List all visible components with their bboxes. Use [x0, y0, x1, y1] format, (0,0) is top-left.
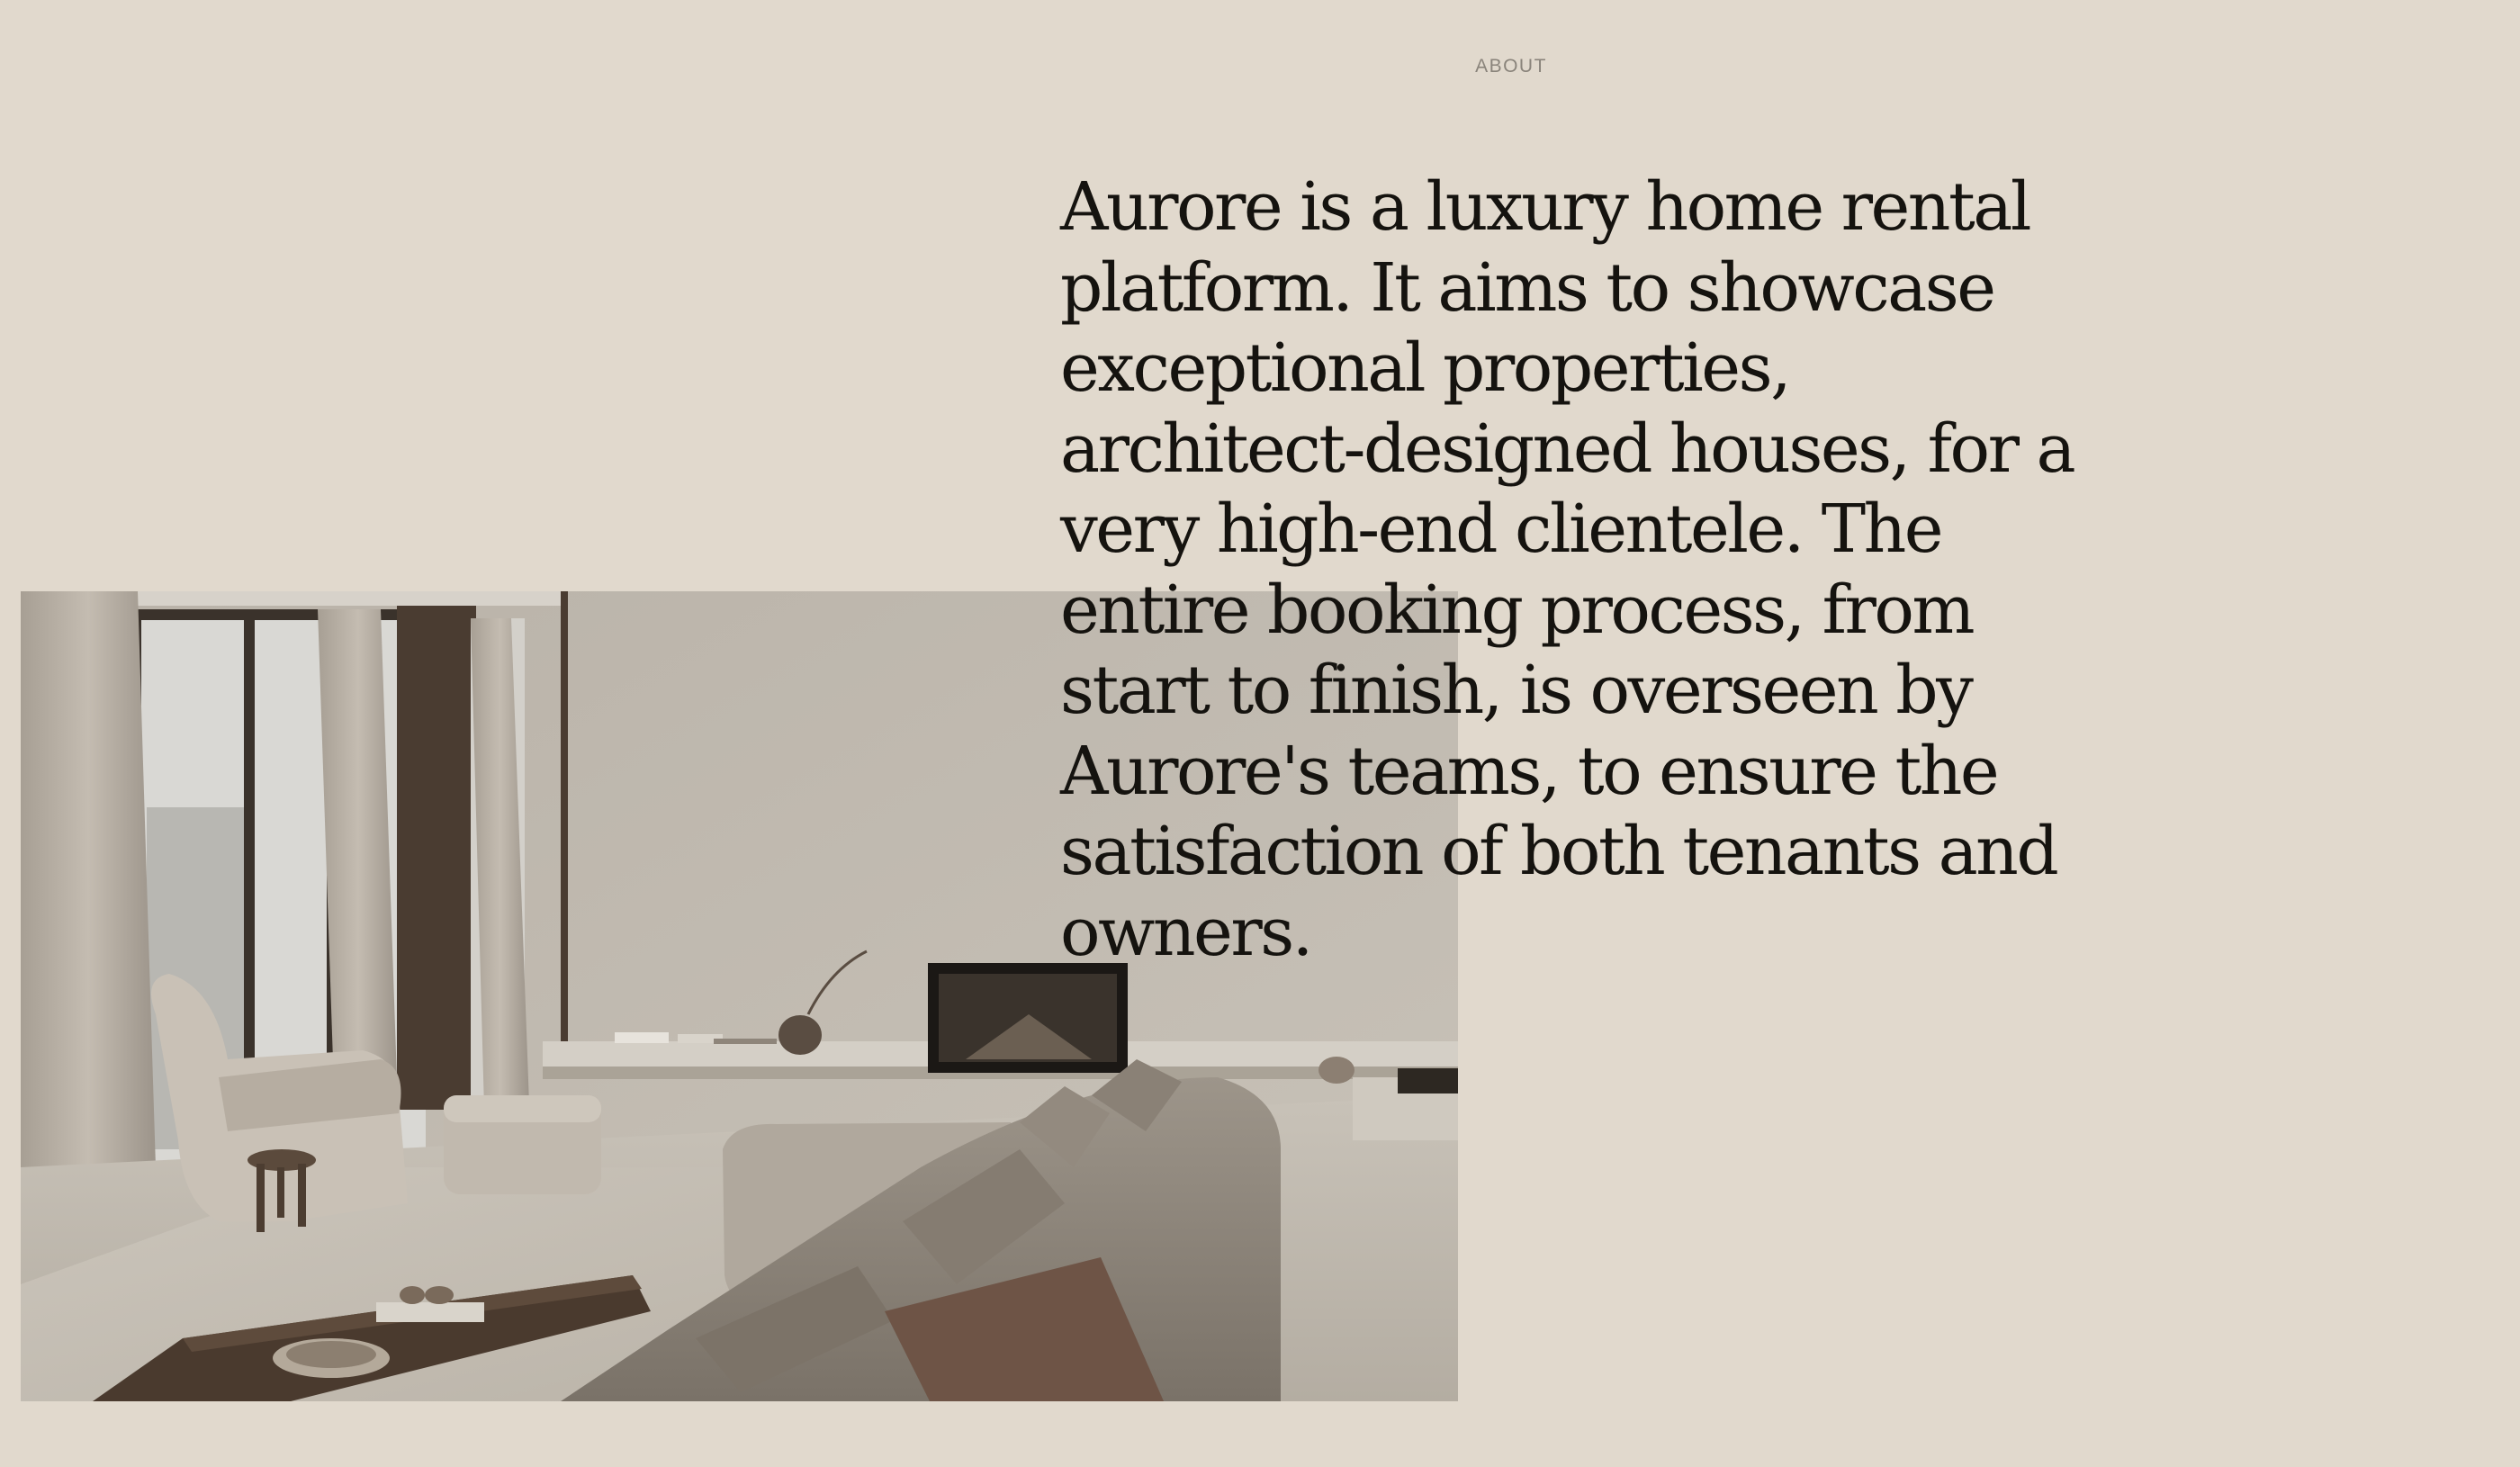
about-page: ABOUT Aurore is a luxury home rental pla… — [0, 0, 2520, 1467]
section-label: ABOUT — [1475, 56, 1547, 76]
about-description: Aurore is a luxury home rental platform.… — [1060, 168, 2076, 971]
